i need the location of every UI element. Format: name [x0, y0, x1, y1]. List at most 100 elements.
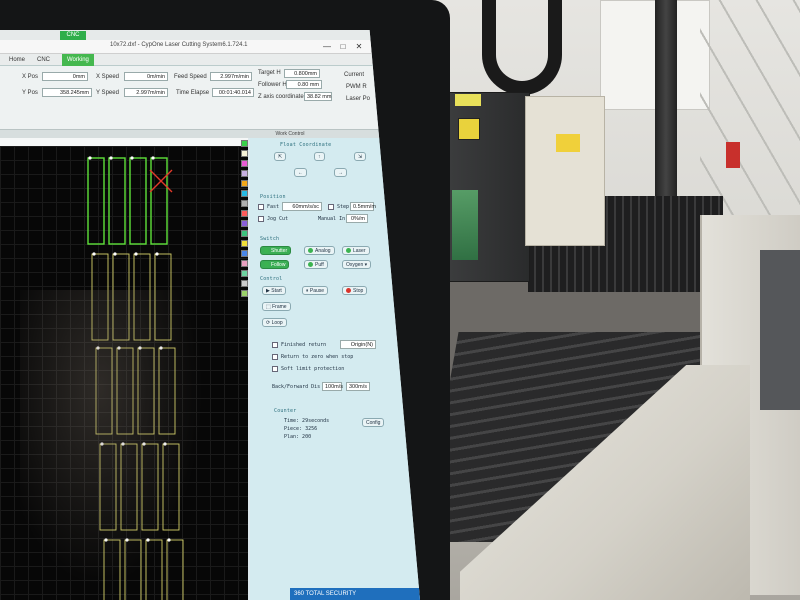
- laser-label: Laser: [353, 248, 366, 254]
- float-coordinate-header: Float Coordinate: [280, 142, 332, 148]
- follow-button[interactable]: Follow: [260, 260, 290, 269]
- panel-warning-sticker: [556, 134, 580, 152]
- security-notification-bar: 360 TOTAL SECURITY: [290, 588, 420, 600]
- layer-color-swatch[interactable]: [241, 210, 248, 217]
- pierce-point: [151, 156, 155, 160]
- layer-color-swatch[interactable]: [241, 150, 248, 157]
- step-checkbox[interactable]: [328, 204, 334, 210]
- minimize-button[interactable]: —: [322, 42, 332, 52]
- pwm-label: PWM R: [346, 84, 367, 90]
- fast-speed-input[interactable]: 60mm/s/sc: [282, 202, 322, 211]
- y-speed-value: 2.997m/min: [124, 88, 168, 97]
- menu-strip: CNC: [0, 30, 420, 40]
- layer-color-swatch[interactable]: [241, 240, 248, 247]
- y-pos-value: 358.245mm: [42, 88, 92, 97]
- start-button[interactable]: ▶ Start: [262, 286, 286, 295]
- jog-up-button[interactable]: ↑: [314, 152, 325, 161]
- layer-color-swatch[interactable]: [241, 290, 248, 297]
- tab-cnc[interactable]: CNC: [32, 54, 55, 66]
- pierce-point: [113, 252, 117, 256]
- soft-limit-checkbox[interactable]: [272, 366, 278, 372]
- work-control-title: Work Control: [0, 130, 420, 138]
- time-elapse-label: Time Elapse: [176, 90, 210, 96]
- analog-label: Analog: [315, 248, 331, 254]
- layer-color-swatch[interactable]: [241, 260, 248, 267]
- layer-color-swatch[interactable]: [241, 190, 248, 197]
- counter-time: Time: 29seconds: [284, 418, 330, 424]
- laser-button[interactable]: Laser: [342, 246, 370, 255]
- counter-piece: Piece: 3256: [284, 426, 318, 432]
- layer-color-swatch[interactable]: [241, 170, 248, 177]
- puff-button[interactable]: Puff: [304, 260, 328, 269]
- layer-color-swatch[interactable]: [241, 160, 248, 167]
- feed-speed-label: Feed Speed: [174, 74, 207, 80]
- shutter-label: Shutter: [271, 248, 288, 254]
- return-zero-checkbox[interactable]: [272, 354, 278, 360]
- jog-up-left-button[interactable]: ⇱: [274, 152, 287, 161]
- frame-dark-panel: [760, 250, 800, 410]
- time-elapse-value: 00:01:40.014: [212, 88, 254, 97]
- counter-header: Counter: [274, 408, 297, 414]
- cnc-badge[interactable]: CNC: [60, 31, 86, 40]
- jog-cut-checkbox[interactable]: [258, 216, 264, 222]
- tab-working[interactable]: Working: [62, 54, 94, 66]
- pause-button[interactable]: ⏸ Pause: [302, 286, 329, 295]
- stop-button[interactable]: Stop: [342, 286, 368, 295]
- y-pos-label: Y Pos: [22, 90, 38, 96]
- z-axis-value: 38.82 mm: [304, 92, 332, 101]
- fast-checkbox[interactable]: [258, 204, 264, 210]
- frame-button[interactable]: ⬚ Frame: [262, 302, 291, 311]
- layer-color-swatch[interactable]: [241, 280, 248, 287]
- red-wall-switch: [726, 142, 740, 168]
- back-forward-input[interactable]: 100m/s: [322, 382, 343, 391]
- layer-color-swatch[interactable]: [241, 250, 248, 257]
- finished-return-select[interactable]: Origin(N): [340, 340, 376, 349]
- step-input[interactable]: 0.5mm/m: [350, 202, 376, 211]
- laser-head-marker-icon: [149, 169, 173, 193]
- jog-left-button[interactable]: ←: [294, 168, 307, 177]
- jog-arrows: ⇱ ↑ ⇲ ← →: [270, 152, 380, 188]
- jog-right-button[interactable]: →: [334, 168, 347, 177]
- finished-return-checkbox[interactable]: [272, 342, 278, 348]
- layer-color-swatch[interactable]: [241, 230, 248, 237]
- finished-return-label: Finished return: [281, 342, 327, 348]
- layer-color-swatch[interactable]: [241, 180, 248, 187]
- cut-part-outline: [87, 157, 105, 245]
- status-panel: X Pos 0mm Y Pos 358.245mm X Speed 0m/min…: [0, 66, 420, 130]
- shutter-button[interactable]: Shutter: [260, 246, 292, 255]
- analog-status-icon: [308, 248, 313, 254]
- manual-label: Manual In: [318, 216, 346, 222]
- manual-input[interactable]: 0%/m: [346, 214, 368, 223]
- x-pos-label: X Pos: [22, 74, 39, 80]
- loop-button[interactable]: ⟳ Loop: [262, 318, 287, 327]
- analog-button[interactable]: Analog: [304, 246, 335, 255]
- stop-icon: [346, 288, 351, 294]
- puff-status-icon: [308, 262, 313, 268]
- close-button[interactable]: ✕: [354, 42, 364, 52]
- pierce-point: [155, 252, 159, 256]
- cut-part-outline: [150, 157, 168, 245]
- config-button[interactable]: Config: [362, 418, 385, 427]
- layer-color-swatch[interactable]: [241, 270, 248, 277]
- layer-color-palette: [240, 140, 250, 470]
- follower-h-value: 0.80 mm: [286, 80, 322, 89]
- back-forward-input-2[interactable]: 300m/s: [346, 382, 370, 391]
- screen-reflection: [20, 290, 220, 600]
- stop-label: Stop: [353, 288, 364, 294]
- layer-color-swatch[interactable]: [241, 220, 248, 227]
- layer-color-swatch[interactable]: [241, 200, 248, 207]
- cut-part-outline: [129, 157, 147, 245]
- maximize-button[interactable]: □: [338, 42, 348, 52]
- layer-color-swatch[interactable]: [241, 140, 248, 147]
- pierce-point: [134, 252, 138, 256]
- cable-drag-chain: [482, 0, 562, 95]
- oxygen-select[interactable]: Oxygen ▾: [342, 260, 372, 269]
- jog-up-right-button[interactable]: ⇲: [354, 152, 367, 161]
- follow-status-icon: [264, 262, 269, 268]
- follower-h-label: Follower H: [258, 82, 287, 88]
- oxygen-label: Oxygen: [346, 262, 364, 268]
- laser-status-icon: [346, 248, 351, 254]
- tab-home[interactable]: Home: [4, 54, 30, 66]
- current-label: Current: [344, 72, 365, 78]
- frame-label: Frame: [272, 304, 287, 310]
